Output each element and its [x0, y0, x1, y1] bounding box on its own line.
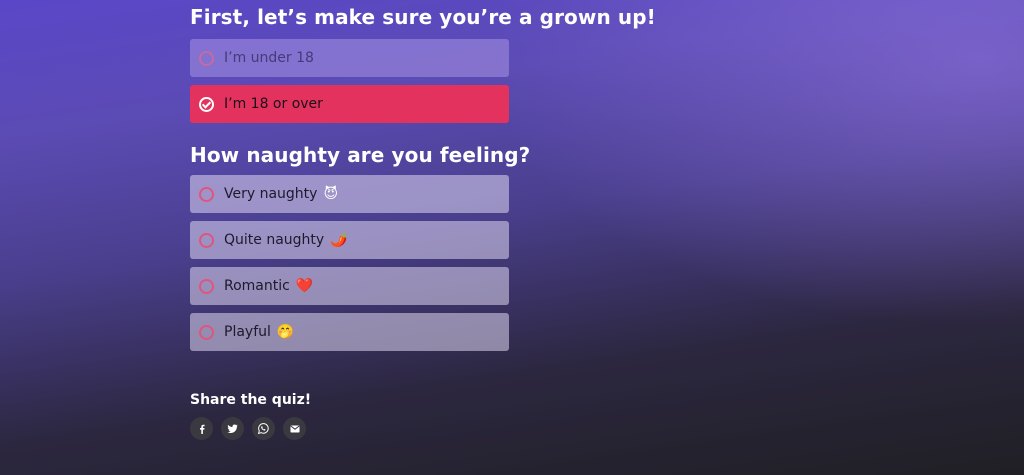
giggling-face-icon: 🤭	[276, 324, 295, 340]
age-question-title: First, let’s make sure you’re a grown up…	[190, 5, 656, 29]
email-icon	[289, 425, 300, 432]
radio-circle-icon	[199, 278, 214, 294]
radio-circle-icon	[199, 186, 214, 202]
facebook-icon	[199, 424, 205, 434]
share-buttons	[190, 417, 306, 440]
option-very-naughty[interactable]: Very naughty 😈	[190, 175, 509, 213]
option-label: Quite naughty	[224, 232, 325, 248]
share-title: Share the quiz!	[190, 392, 312, 408]
share-facebook-button[interactable]	[190, 417, 213, 440]
chili-pepper-icon: 🌶️	[330, 232, 348, 248]
share-twitter-button[interactable]	[221, 417, 244, 440]
red-heart-icon: ❤️	[295, 278, 314, 294]
share-whatsapp-button[interactable]	[252, 417, 275, 440]
option-label: Romantic	[224, 278, 290, 294]
option-label: Very naughty	[224, 186, 318, 202]
twitter-icon	[227, 424, 238, 433]
naughty-question-title: How naughty are you feeling?	[190, 143, 531, 167]
option-label: I’m under 18	[224, 50, 314, 66]
option-label: Playful	[224, 324, 271, 340]
option-18-or-over[interactable]: I’m 18 or over	[190, 85, 509, 123]
share-email-button[interactable]	[283, 417, 306, 440]
checked-radio-icon	[199, 96, 214, 112]
option-quite-naughty[interactable]: Quite naughty 🌶️	[190, 221, 509, 259]
whatsapp-icon	[258, 423, 269, 434]
smiling-devil-icon: 😈	[323, 186, 339, 202]
radio-circle-icon	[199, 324, 214, 340]
radio-circle-icon	[199, 232, 214, 248]
option-romantic[interactable]: Romantic ❤️	[190, 267, 509, 305]
radio-circle-icon	[199, 50, 214, 66]
option-playful[interactable]: Playful 🤭	[190, 313, 509, 351]
option-label: I’m 18 or over	[224, 96, 323, 112]
option-under-18[interactable]: I’m under 18	[190, 39, 509, 77]
